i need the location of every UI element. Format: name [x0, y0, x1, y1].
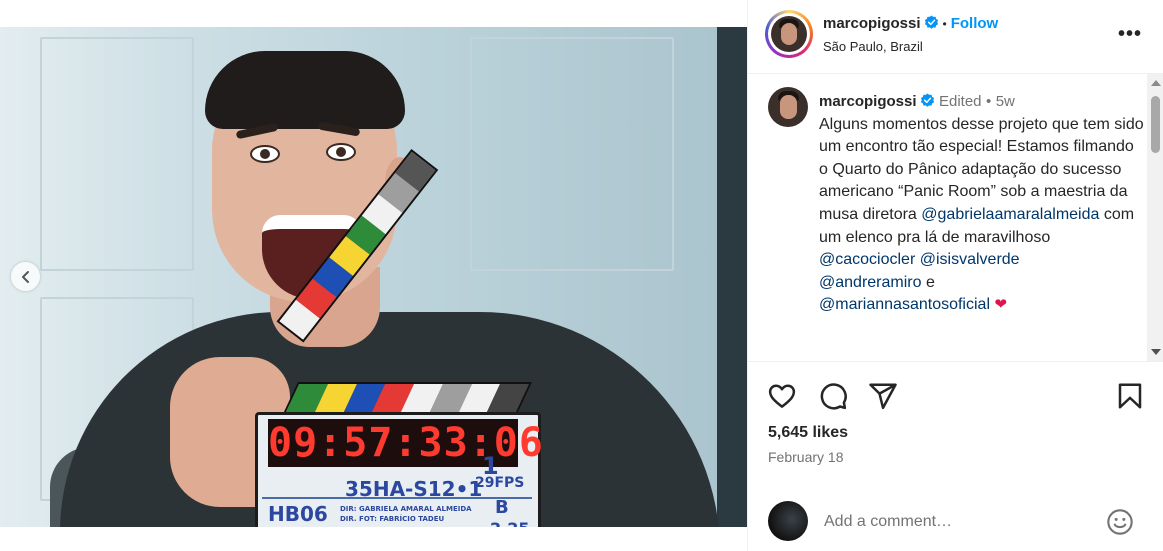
caption-text: e	[925, 273, 935, 291]
chevron-left-icon	[21, 270, 29, 283]
heart-icon[interactable]	[767, 381, 797, 411]
post-location[interactable]: São Paulo, Brazil	[823, 39, 923, 54]
separator-dot: •	[985, 93, 992, 110]
timecode-display: 09:57:33:06	[268, 419, 544, 467]
post-actions: 5,645 likes February 18	[748, 361, 1163, 492]
separator-dot: •	[942, 17, 947, 31]
emoji-icon[interactable]	[1106, 508, 1134, 536]
comment-input[interactable]	[824, 511, 1094, 533]
share-icon[interactable]	[868, 381, 898, 411]
slate-credits-1: DIR: GABRIELA AMARAL ALMEIDA	[340, 505, 472, 513]
slate-scene: 35HA-S12•1	[345, 477, 483, 501]
mention-link[interactable]: @mariannasantosoficial	[819, 296, 990, 313]
verified-badge-icon	[920, 93, 934, 107]
mention-link[interactable]: @andreramiro	[819, 274, 922, 291]
caption-body: marcopigossi Edited • 5w Alguns momentos…	[819, 91, 1144, 317]
post-photo[interactable]: 09:57:33:06 35HA-S12•1 1 29FPS HB06 B DI…	[0, 27, 747, 527]
hair	[205, 51, 405, 129]
likes-count[interactable]: 5,645 likes	[768, 424, 848, 442]
follow-button[interactable]: Follow	[951, 15, 999, 32]
slate-roll: HB06	[268, 502, 328, 526]
previous-slide-button[interactable]	[11, 262, 40, 291]
wall-panel	[40, 37, 194, 271]
post-media: 09:57:33:06 35HA-S12•1 1 29FPS HB06 B DI…	[0, 0, 747, 551]
mention-link[interactable]: @isisvalverde	[920, 251, 1020, 268]
post-sidebar: marcopigossi • Follow São Paulo, Brazil •…	[747, 0, 1163, 551]
heart-emoji: ❤	[994, 296, 1008, 314]
verified-badge-icon	[924, 15, 938, 29]
post-date[interactable]: February 18	[768, 449, 843, 465]
caption-scrollbar[interactable]	[1147, 74, 1163, 361]
door-frame	[717, 27, 747, 527]
post-age[interactable]: 5w	[996, 93, 1015, 110]
post-header: marcopigossi • Follow São Paulo, Brazil •…	[748, 0, 1163, 74]
slate-credits-2: DIR. FOT: FABRÍCIO TADEU	[340, 515, 445, 523]
edited-label: Edited	[938, 93, 982, 110]
comment-icon[interactable]	[818, 381, 848, 411]
author-line: marcopigossi • Follow	[823, 15, 998, 33]
slate-cam: B	[495, 497, 509, 518]
more-options-button[interactable]: •••	[1118, 24, 1142, 44]
comment-bar	[748, 491, 1163, 551]
bookmark-icon[interactable]	[1115, 381, 1145, 411]
caption-username[interactable]: marcopigossi	[819, 93, 917, 110]
mention-link[interactable]: @gabrielaamaralalmeida	[921, 206, 1099, 223]
slate-small: 2.25	[490, 519, 529, 527]
clapper-stripes	[282, 382, 532, 416]
more-icon: •••	[1117, 23, 1142, 45]
scroll-down-arrow[interactable]	[1151, 349, 1161, 355]
slate-fps: 29FPS	[475, 475, 525, 491]
scroll-up-arrow[interactable]	[1151, 80, 1161, 86]
eye	[250, 145, 280, 163]
wall-panel	[470, 37, 674, 271]
author-avatar[interactable]	[765, 10, 813, 58]
viewer-avatar	[768, 501, 808, 541]
eye	[326, 143, 356, 161]
mention-link[interactable]: @cacociocler	[819, 251, 915, 268]
scroll-thumb[interactable]	[1151, 96, 1160, 153]
author-username[interactable]: marcopigossi	[823, 15, 921, 32]
caption-section: marcopigossi Edited • 5w Alguns momentos…	[748, 74, 1152, 361]
caption-avatar[interactable]	[768, 87, 808, 127]
